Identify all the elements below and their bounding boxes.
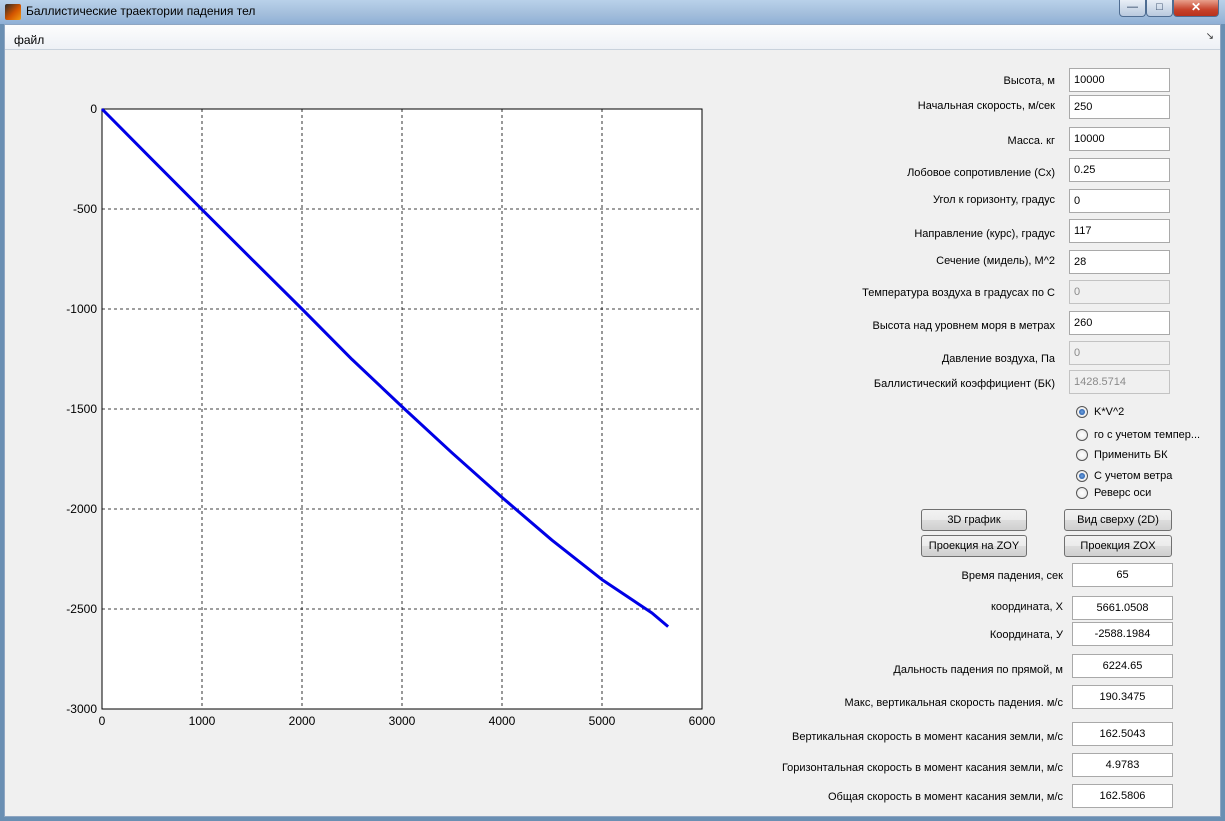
radio-option[interactable]: K*V^2 [1076, 406, 1124, 418]
radio-unchecked-icon[interactable] [1076, 429, 1088, 441]
radio-label: K*V^2 [1094, 406, 1125, 418]
radio-checked-icon[interactable] [1076, 406, 1088, 418]
x-tick-label: 5000 [589, 714, 616, 728]
radio-option[interactable]: Реверс оси [1076, 487, 1151, 499]
radio-label: С учетом ветра [1094, 470, 1173, 482]
radio-label: Реверс оси [1094, 487, 1152, 499]
field-input[interactable]: 250 [1069, 95, 1170, 119]
field-input: 0 [1069, 280, 1170, 304]
field-label: Угол к горизонту, градус [933, 194, 1055, 206]
field-input[interactable]: 0 [1069, 189, 1170, 213]
result-value[interactable]: 162.5806 [1072, 784, 1173, 808]
radio-unchecked-icon[interactable] [1076, 449, 1088, 461]
projection-zox-button[interactable]: Проекция ZOX [1064, 535, 1172, 557]
x-axis-ticks: 0 1000 2000 3000 4000 5000 6000 [99, 714, 716, 728]
field-input[interactable]: 117 [1069, 219, 1170, 243]
field-input[interactable]: 10000 [1069, 127, 1170, 151]
field-input[interactable]: 0.25 [1069, 158, 1170, 182]
result-value[interactable]: 4.9783 [1072, 753, 1173, 777]
field-input[interactable]: 10000 [1069, 68, 1170, 92]
field-label: Температура воздуха в градусах по С [862, 287, 1055, 299]
radio-option[interactable]: С учетом ветра [1076, 470, 1172, 482]
result-value[interactable]: 5661.0508 [1072, 596, 1173, 620]
figure-window: файл ↘ 0 1000 2000 3000 4000 5000 6000 0 -500 -1… [4, 24, 1221, 817]
result-value[interactable]: 6224.65 [1072, 654, 1173, 678]
result-value[interactable]: 65 [1072, 563, 1173, 587]
field-label: Масса. кг [1007, 135, 1055, 147]
field-input: 1428.5714 [1069, 370, 1170, 394]
window-title: Баллистические траектории падения тел [26, 4, 256, 18]
field-input: 0 [1069, 341, 1170, 365]
radio-label: Применить БК [1094, 449, 1168, 461]
y-tick-label: 0 [90, 102, 97, 116]
radio-option[interactable]: го с учетом темпер... [1076, 429, 1200, 441]
y-tick-label: -1500 [66, 402, 97, 416]
menu-expand-icon[interactable]: ↘ [1206, 31, 1214, 42]
field-label: Начальная скорость, м/сек [917, 100, 1055, 112]
result-label: Общая скорость в момент касания земли, м… [828, 791, 1063, 803]
minimize-button[interactable]: — [1119, 0, 1146, 17]
result-label: Макс, вертикальная скорость падения. м/с [844, 697, 1063, 709]
y-tick-label: -2500 [66, 602, 97, 616]
field-label: Высота, м [1003, 75, 1055, 87]
result-value[interactable]: 190.3475 [1072, 685, 1173, 709]
field-label: Давление воздуха, Па [941, 353, 1055, 365]
x-tick-label: 4000 [489, 714, 516, 728]
y-tick-label: -500 [73, 202, 97, 216]
result-label: Время падения, сек [961, 570, 1063, 582]
y-tick-label: -3000 [66, 702, 97, 716]
y-axis-ticks: 0 -500 -1000 -1500 -2000 -2500 -3000 [66, 102, 97, 716]
y-tick-label: -2000 [66, 502, 97, 516]
graph-3d-button[interactable]: 3D график [921, 509, 1027, 531]
result-label: Координата, У [989, 629, 1063, 641]
top-view-2d-button[interactable]: Вид сверху (2D) [1064, 509, 1172, 531]
field-input[interactable]: 28 [1069, 250, 1170, 274]
title-bar: Баллистические траектории падения тел — … [0, 0, 1225, 24]
result-value[interactable]: 162.5043 [1072, 722, 1173, 746]
result-value[interactable]: -2588.1984 [1072, 622, 1173, 646]
field-label: Баллистический коэффициент (БК) [873, 378, 1055, 390]
radio-unchecked-icon[interactable] [1076, 487, 1088, 499]
radio-option[interactable]: Применить БК [1076, 449, 1168, 461]
field-label: Лобовое сопротивление (Cx) [907, 167, 1055, 179]
field-label: Сечение (мидель), М^2 [936, 255, 1055, 267]
radio-label: го с учетом темпер... [1094, 429, 1201, 441]
field-input[interactable]: 260 [1069, 311, 1170, 335]
field-label: Высота над уровнем моря в метрах [872, 320, 1055, 332]
result-label: Горизонтальная скорость в момент касания… [781, 762, 1063, 774]
matlab-app-icon [5, 4, 21, 20]
trajectory-plot[interactable]: 0 1000 2000 3000 4000 5000 6000 0 -500 -1000 -150… [5, 25, 765, 818]
result-label: Дальность падения по прямой, м [893, 664, 1063, 676]
projection-zoy-button[interactable]: Проекция на ZOY [921, 535, 1027, 557]
x-tick-label: 2000 [289, 714, 316, 728]
x-tick-label: 3000 [389, 714, 416, 728]
close-button[interactable]: ✕ [1173, 0, 1219, 17]
field-label: Направление (курс), градус [914, 228, 1055, 240]
x-tick-label: 0 [99, 714, 106, 728]
x-tick-label: 6000 [689, 714, 716, 728]
y-tick-label: -1000 [66, 302, 97, 316]
maximize-button[interactable]: □ [1146, 0, 1173, 17]
radio-checked-icon[interactable] [1076, 470, 1088, 482]
result-label: координата, X [990, 601, 1063, 613]
result-label: Вертикальная скорость в момент касания з… [792, 731, 1063, 743]
x-tick-label: 1000 [189, 714, 216, 728]
